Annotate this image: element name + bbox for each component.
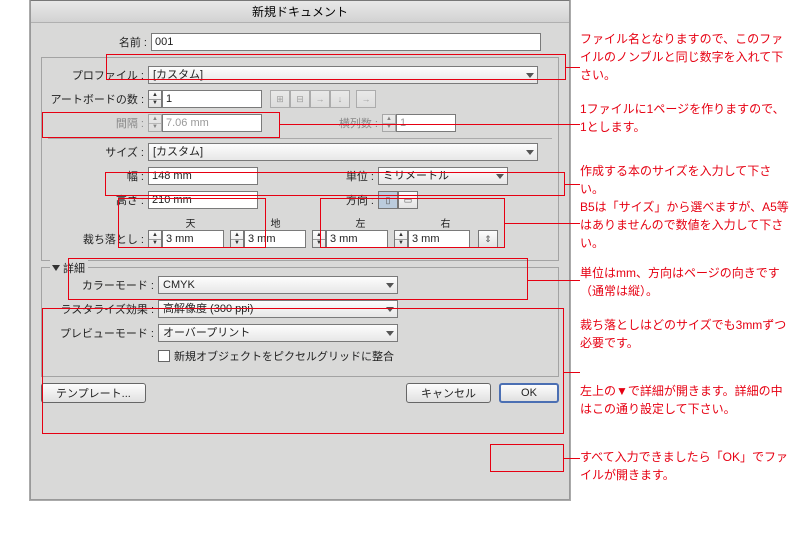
bleed-bottom-header: 地 [233,215,318,230]
bleed-left-header: 左 [318,215,403,230]
colormode-select[interactable]: CMYK [158,276,398,294]
annotation-5: 裁ち落としはどのサイズでも3mmずつ必要です。 [580,316,790,352]
bleed-right-stepper[interactable]: ▲▼ [394,230,408,248]
orient-portrait-icon[interactable]: ▯ [378,191,398,209]
size-label: サイズ : [48,144,148,160]
preview-label: プレビューモード : [48,325,158,341]
advanced-label: 詳細 [63,263,85,275]
profile-select[interactable]: [カスタム] [148,66,538,84]
artboards-label: アートボードの数 : [48,91,148,107]
name-input[interactable]: 001 [151,33,541,51]
bleed-top-input[interactable]: 3 mm [162,230,224,248]
width-input[interactable]: 148 mm [148,167,258,185]
cancel-button[interactable]: キャンセル [406,383,491,403]
cols-label: 横列数 : [262,115,382,131]
template-button[interactable]: テンプレート... [41,383,146,403]
annotation-6: 左上の▼で詳細が開きます。詳細の中はこの通り設定して下さい。 [580,382,790,418]
bleed-top-header: 天 [148,215,233,230]
gap-input: 7.06 mm [162,114,262,132]
layout-col-icon: → [356,90,376,108]
layout-row-ltr-icon: ↓ [330,90,350,108]
height-input[interactable]: 210 mm [148,191,258,209]
raster-select[interactable]: 高解像度 (300 ppi) [158,300,398,318]
annotation-2: 1ファイルに1ページを作りますので、1とします。 [580,100,790,136]
gap-label: 間隔 : [48,115,148,131]
layout-grid-n-icon: ⊟ [290,90,310,108]
size-select[interactable]: [カスタム] [148,143,538,161]
layout-grid-z-icon: ⊞ [270,90,290,108]
cols-input: 1 [396,114,456,132]
layout-row-rtl-icon: → [310,90,330,108]
annotation-3: 作成する本のサイズを入力して下さい。 B5は「サイズ」から選べますが、A5等はあ… [580,162,790,252]
new-document-dialog: 新規ドキュメント 名前 : 001 プロファイル : [カスタム] アートボード… [30,0,570,500]
orient-landscape-icon[interactable]: ▭ [398,191,418,209]
bleed-right-input[interactable]: 3 mm [408,230,470,248]
annotation-7: すべて入力できましたら「OK」でファイルが開きます。 [580,448,790,484]
bleed-bottom-stepper[interactable]: ▲▼ [230,230,244,248]
bleed-right-header: 右 [403,215,488,230]
colormode-label: カラーモード : [48,277,158,293]
pixelgrid-label: 新規オブジェクトをピクセルグリッドに整合 [174,348,394,364]
artboards-input[interactable]: 1 [162,90,262,108]
width-label: 幅 : [48,168,148,184]
bleed-left-input[interactable]: 3 mm [326,230,388,248]
raster-label: ラスタライズ効果 : [48,301,158,317]
bleed-label: 裁ち落とし : [48,231,148,247]
bleed-top-stepper[interactable]: ▲▼ [148,230,162,248]
preview-select[interactable]: オーバープリント [158,324,398,342]
bleed-link-icon[interactable]: ⇕ [478,230,498,248]
dialog-title: 新規ドキュメント [31,1,569,23]
units-select[interactable]: ミリメートル [378,167,508,185]
bleed-bottom-input[interactable]: 3 mm [244,230,306,248]
disclosure-triangle-icon[interactable] [52,265,60,271]
height-label: 高さ : [48,192,148,208]
profile-label: プロファイル : [48,67,148,83]
artboards-stepper[interactable]: ▲▼ [148,90,162,108]
orient-label: 方向 : [258,192,378,208]
pixelgrid-checkbox[interactable] [158,350,170,362]
name-label: 名前 : [101,34,151,50]
annotation-1: ファイル名となりますので、このファイルのノンブルと同じ数字を入れて下さい。 [580,30,790,84]
gap-stepper: ▲▼ [148,114,162,132]
ok-button[interactable]: OK [499,383,559,403]
bleed-left-stepper[interactable]: ▲▼ [312,230,326,248]
annotation-4: 単位はmm、方向はページの向きです（通常は縦）。 [580,264,790,300]
cols-stepper: ▲▼ [382,114,396,132]
units-label: 単位 : [258,168,378,184]
